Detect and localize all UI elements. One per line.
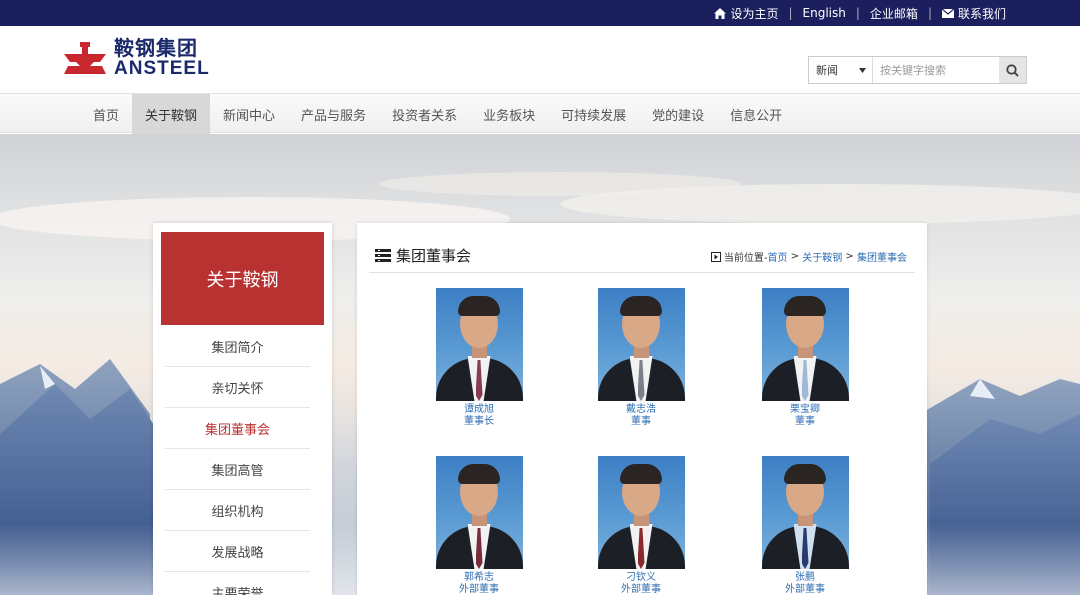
sidebar-item[interactable]: 亲切关怀 (165, 367, 310, 408)
logo-chinese-name: 鞍钢集团 (114, 36, 198, 60)
home-icon (714, 7, 727, 19)
corporate-mail-link[interactable]: 企业邮箱 (870, 5, 918, 22)
member-photo[interactable] (761, 456, 849, 569)
set-homepage-link[interactable]: 设为主页 (714, 5, 778, 22)
main-nav-items: 首页 关于鞍钢 新闻中心 产品与服务 投资者关系 业务板块 可持续发展 党的建设 信息公开 (80, 94, 795, 134)
member-photo[interactable] (597, 456, 685, 569)
member-name[interactable]: 郭希志 (429, 572, 529, 584)
sidebar-item[interactable]: 组织机构 (165, 490, 310, 531)
chevron-down-icon (859, 67, 866, 73)
breadcrumb-separator: > (787, 251, 803, 262)
member-name[interactable]: 栗宝卿 (755, 404, 855, 416)
member-name[interactable]: 张鹏 (755, 572, 855, 584)
nav-item[interactable]: 首页 (80, 94, 132, 134)
sidebar-item[interactable]: 集团高管 (165, 449, 310, 490)
list-icon (375, 249, 391, 262)
contact-us-link[interactable]: 联系我们 (941, 5, 1006, 22)
sidebar: 关于鞍钢 集团简介 亲切关怀 集团董事会 集团高管 组织机构 发展战略 主要荣誉 (153, 223, 332, 595)
site-search: 新闻 (808, 56, 1027, 84)
site-header: 鞍钢集团 ANSTEEL 新闻 (0, 26, 1080, 93)
nav-item[interactable]: 新闻中心 (210, 94, 288, 134)
board-member-card[interactable]: 谭成旭 董事长 (429, 288, 529, 427)
sidebar-item[interactable]: 集团董事会 (165, 408, 310, 449)
nav-item[interactable]: 可持续发展 (548, 94, 639, 134)
board-member-card[interactable]: 刁钦义 外部董事 (591, 456, 691, 595)
member-name[interactable]: 戴志浩 (591, 404, 691, 416)
member-name[interactable]: 刁钦义 (591, 572, 691, 584)
search-button[interactable] (999, 57, 1026, 83)
search-icon (1006, 63, 1019, 77)
board-member-card[interactable]: 郭希志 外部董事 (429, 456, 529, 595)
english-link[interactable]: English (803, 6, 846, 20)
breadcrumb: 当前位置- 首页 > 关于鞍钢 > 集团董事会 (710, 249, 907, 264)
sidebar-menu: 集团简介 亲切关怀 集团董事会 集团高管 组织机构 发展战略 主要荣誉 (165, 326, 310, 595)
section-title: 集团董事会 (375, 245, 471, 266)
sidebar-item[interactable]: 集团简介 (165, 326, 310, 367)
nav-item[interactable]: 业务板块 (470, 94, 548, 134)
nav-item[interactable]: 党的建设 (639, 94, 717, 134)
breadcrumb-prefix: 当前位置- (723, 253, 768, 264)
member-photo[interactable] (597, 288, 685, 401)
ansteel-emblem-icon (64, 42, 106, 74)
breadcrumb-about-link[interactable]: 关于鞍钢 (802, 249, 842, 264)
member-photo[interactable] (435, 288, 523, 401)
breadcrumb-separator: > (842, 251, 857, 262)
search-category-value: 新闻 (816, 64, 838, 77)
content-header: 集团董事会 当前位置- 首页 > 关于鞍钢 > 集团董事会 (369, 243, 915, 273)
corporate-mail-label: 企业邮箱 (869, 6, 918, 21)
member-role: 外部董事 (621, 584, 661, 595)
main-nav: 首页 关于鞍钢 新闻中心 产品与服务 投资者关系 业务板块 可持续发展 党的建设 信息公开 (0, 93, 1080, 134)
nav-item[interactable]: 信息公开 (717, 94, 795, 134)
nav-item[interactable]: 投资者关系 (379, 94, 470, 134)
section-title-text: 集团董事会 (396, 247, 472, 265)
member-role: 外部董事 (785, 584, 825, 595)
sidebar-item[interactable]: 发展战略 (165, 531, 310, 572)
sidebar-item[interactable]: 主要荣誉 (165, 572, 310, 595)
member-name[interactable]: 谭成旭 (429, 404, 529, 416)
separator: | (855, 6, 860, 20)
member-role: 董事 (795, 416, 815, 427)
contact-us-label: 联系我们 (957, 6, 1006, 21)
search-category-select[interactable]: 新闻 (809, 57, 873, 83)
english-label: English (802, 6, 846, 20)
member-photo[interactable] (435, 456, 523, 569)
member-role: 董事长 (464, 416, 494, 427)
nav-item[interactable]: 产品与服务 (288, 94, 379, 134)
top-links: 设为主页 | English | 企业邮箱 | 联系我们 (714, 0, 1006, 26)
ansteel-logo[interactable]: 鞍钢集团 ANSTEEL (62, 38, 210, 78)
member-role: 董事 (631, 416, 651, 427)
board-member-card[interactable]: 张鹏 外部董事 (755, 456, 855, 595)
mail-icon (941, 8, 954, 18)
sidebar-title: 关于鞍钢 (161, 232, 324, 325)
separator: | (927, 6, 932, 20)
separator: | (788, 6, 793, 20)
breadcrumb-home-link[interactable]: 首页 (768, 249, 788, 264)
board-member-card[interactable]: 栗宝卿 董事 (755, 288, 855, 427)
location-icon (710, 251, 721, 262)
breadcrumb-board-link[interactable]: 集团董事会 (857, 249, 907, 264)
member-role: 外部董事 (459, 584, 499, 595)
nav-item[interactable]: 关于鞍钢 (132, 94, 211, 134)
logo-english-name: ANSTEEL (114, 58, 210, 79)
set-homepage-label: 设为主页 (730, 6, 779, 21)
top-bar: 设为主页 | English | 企业邮箱 | 联系我们 (0, 0, 1080, 26)
board-member-card[interactable]: 戴志浩 董事 (591, 288, 691, 427)
member-photo[interactable] (761, 288, 849, 401)
search-input[interactable] (873, 57, 999, 83)
main-content: 集团董事会 当前位置- 首页 > 关于鞍钢 > 集团董事会 谭成旭 董事长 戴志浩董… (357, 223, 927, 595)
